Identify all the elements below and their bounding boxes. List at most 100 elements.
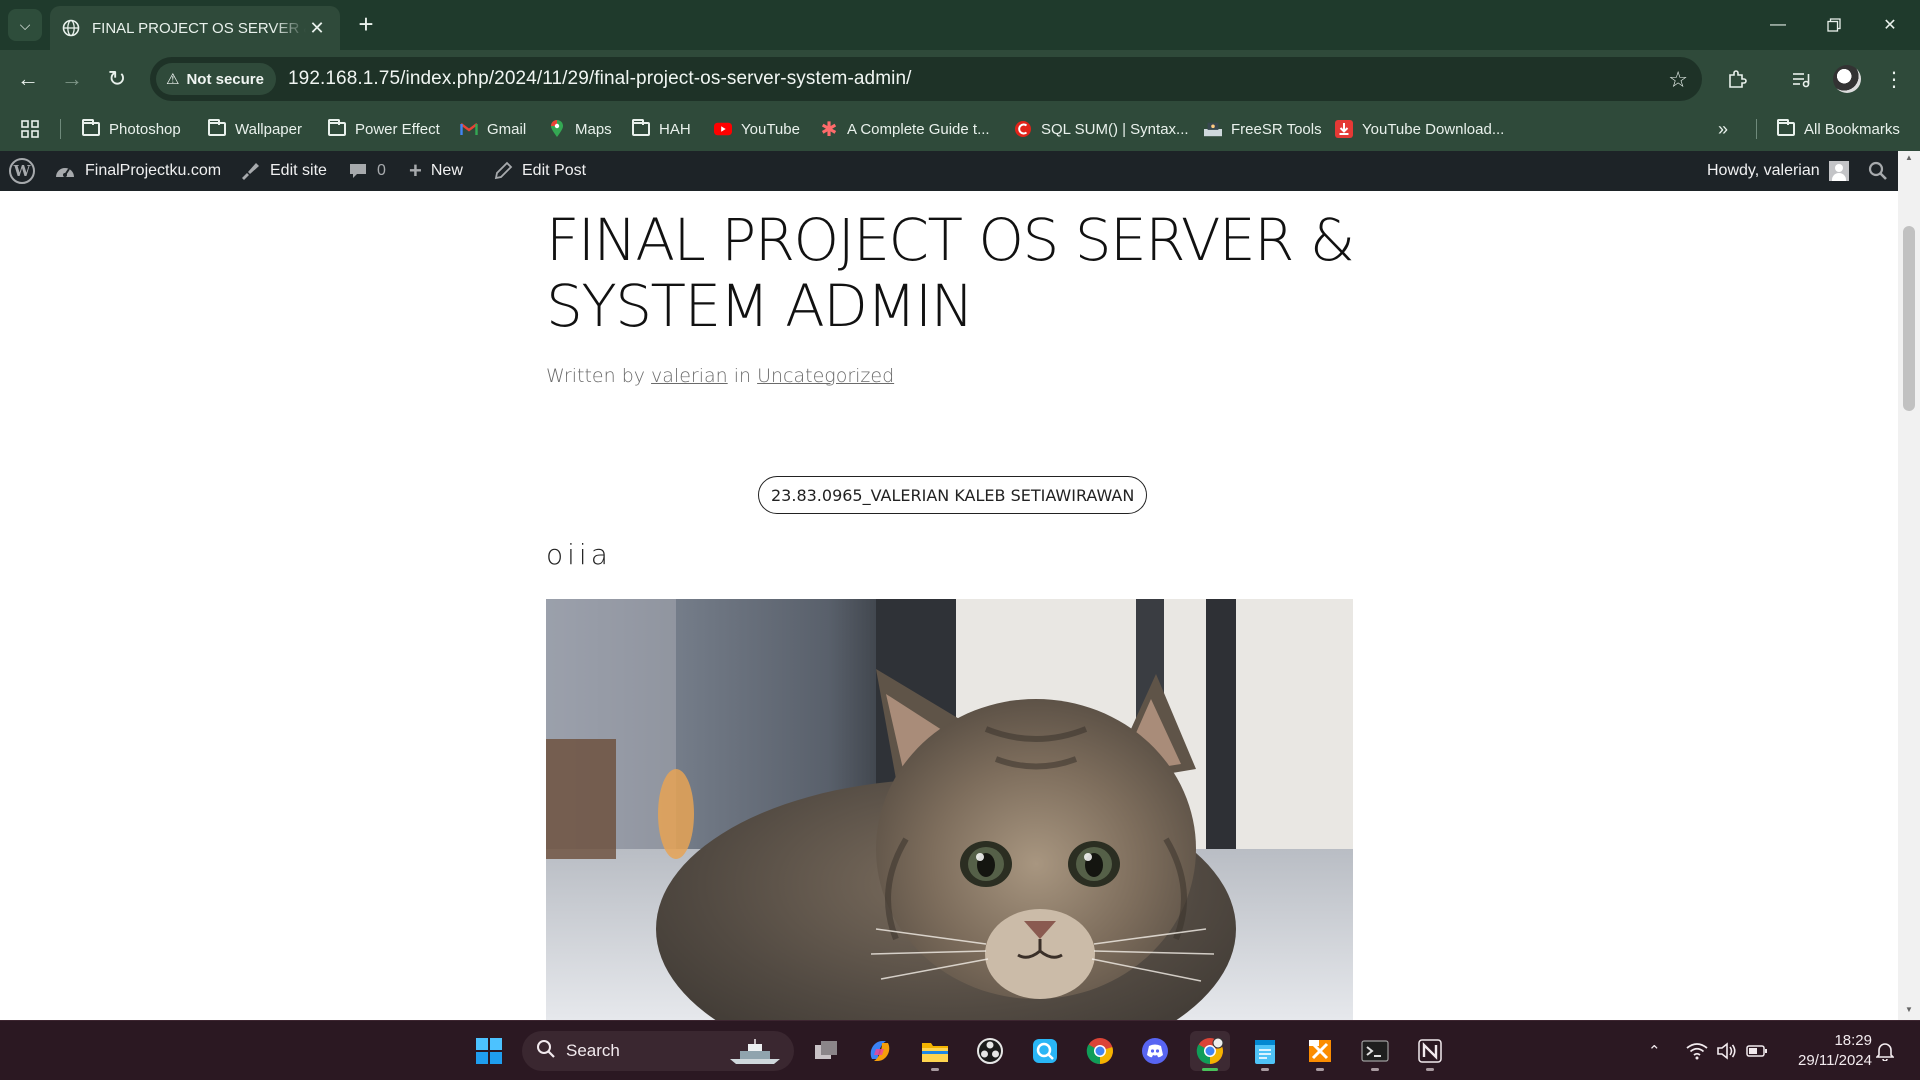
clock-date: 29/11/2024 <box>1798 1052 1872 1069</box>
admin-search-icon[interactable] <box>1868 151 1888 191</box>
post-title: FINAL PROJECT OS SERVER & SYSTEM ADMIN <box>546 206 1355 340</box>
bookmarks-divider <box>60 119 61 139</box>
chrome-profile-icon[interactable] <box>1190 1031 1230 1071</box>
folder-icon <box>632 119 650 138</box>
bookmark-photoshop[interactable]: Photoshop <box>82 107 181 151</box>
youtube-icon <box>714 120 732 138</box>
media-control-icon[interactable] <box>1786 64 1816 94</box>
browser-tab-active[interactable]: FINAL PROJECT OS SERVER & SYSTEM ADMIN ✕ <box>50 6 340 50</box>
comments-button[interactable]: 0 <box>348 151 386 191</box>
edit-post-button[interactable]: Edit Post <box>493 151 586 191</box>
scroll-down-arrow-icon[interactable]: ▼ <box>1903 1005 1915 1014</box>
terminal-icon[interactable] <box>1355 1031 1395 1071</box>
more-menu-icon[interactable]: ⋮ <box>1879 64 1909 94</box>
discord-icon[interactable] <box>1135 1031 1175 1071</box>
minimize-button[interactable]: — <box>1750 0 1806 50</box>
volume-icon[interactable] <box>1716 1021 1738 1081</box>
apps-grid-icon[interactable] <box>20 107 40 151</box>
avatar <box>1828 161 1849 181</box>
bookmark-freesr-tools[interactable]: FreeSR Tools <box>1204 107 1322 151</box>
cat-photo <box>546 599 1353 1020</box>
windows-start-icon[interactable] <box>469 1031 509 1071</box>
taskbar-clock[interactable]: 18:29 29/11/2024 <box>1772 1031 1872 1071</box>
chrome-icon[interactable] <box>1080 1031 1120 1071</box>
page-content: FINAL PROJECT OS SERVER & SYSTEM ADMIN W… <box>0 191 1898 1020</box>
security-chip[interactable]: ⚠ Not secure <box>156 63 276 95</box>
address-bar[interactable]: ⚠ Not secure 192.168.1.75/index.php/2024… <box>150 57 1702 101</box>
show-hidden-icons-chevron-icon[interactable]: ⌃ <box>1648 1021 1661 1081</box>
copilot-icon[interactable] <box>860 1031 900 1071</box>
comment-bubble-icon <box>348 161 368 181</box>
my-account-menu[interactable]: Howdy, valerian <box>1707 151 1849 191</box>
asterisk-icon: ✱ <box>820 118 838 141</box>
obs-studio-icon[interactable] <box>970 1031 1010 1071</box>
gmail-icon <box>460 120 478 138</box>
category-link[interactable]: Uncategorized <box>757 365 894 387</box>
wifi-icon[interactable] <box>1686 1021 1708 1081</box>
file-explorer-icon[interactable] <box>915 1031 955 1071</box>
post-byline: Written by valerian in Uncategorized <box>546 365 895 387</box>
author-link[interactable]: valerian <box>651 365 728 387</box>
bookmark-youtube[interactable]: YouTube <box>714 107 800 151</box>
bookmark-star-icon[interactable]: ☆ <box>1668 67 1688 93</box>
new-tab-button[interactable]: + <box>352 10 380 38</box>
search-highlight-icon <box>726 1039 784 1070</box>
bookmarks-divider <box>1756 119 1757 139</box>
bookmark-hah[interactable]: HAH <box>632 107 691 151</box>
xampp-icon[interactable] <box>1300 1031 1340 1071</box>
profile-avatar[interactable] <box>1832 64 1862 94</box>
extensions-icon[interactable] <box>1722 64 1752 94</box>
new-content-button[interactable]: + New <box>409 151 463 191</box>
all-bookmarks-button[interactable]: All Bookmarks <box>1777 107 1900 151</box>
url-text[interactable]: 192.168.1.75/index.php/2024/11/29/final-… <box>288 68 912 90</box>
notepad-icon[interactable] <box>1245 1031 1285 1071</box>
scroll-up-arrow-icon[interactable]: ▲ <box>1903 153 1915 162</box>
bookmarks-bar: Photoshop Wallpaper Power Effect Gmail M… <box>0 107 1920 151</box>
globe-icon <box>62 19 80 37</box>
page-scrollbar[interactable]: ▲ ▼ <box>1898 151 1920 1020</box>
brush-icon <box>239 161 261 181</box>
maps-icon <box>548 120 566 138</box>
taskbar-search[interactable]: Search <box>522 1031 794 1071</box>
clock-time: 18:29 <box>1834 1032 1872 1049</box>
tab-close-icon[interactable]: ✕ <box>306 17 328 39</box>
search-icon <box>536 1039 556 1064</box>
battery-icon[interactable] <box>1746 1021 1768 1081</box>
folder-icon <box>208 119 226 138</box>
freesr-icon <box>1204 120 1222 138</box>
dashboard-gauge-icon <box>54 162 76 180</box>
tag-pill[interactable]: 23.83.0965_VALERIAN KALEB SETIAWIRAWAN <box>758 476 1148 514</box>
bookmark-power-effect[interactable]: Power Effect <box>328 107 440 151</box>
wp-admin-bar: W FinalProjectku.com Edit site 0 + New E… <box>0 151 1920 191</box>
back-button[interactable]: ← <box>13 64 43 94</box>
site-name-menu[interactable]: FinalProjectku.com <box>54 151 221 191</box>
tab-title: FINAL PROJECT OS SERVER & SYSTEM ADMIN <box>92 19 306 37</box>
windows-taskbar: Search ⌃ 18:29 29/11/2024 <box>0 1020 1920 1080</box>
bookmark-youtube-download[interactable]: YouTube Download... <box>1335 107 1504 151</box>
bookmark-maps[interactable]: Maps <box>548 107 612 151</box>
notion-icon[interactable] <box>1410 1031 1450 1071</box>
scroll-thumb[interactable] <box>1903 226 1915 411</box>
tab-search-button[interactable]: ⌵ <box>8 9 42 41</box>
restore-button[interactable] <box>1806 0 1862 50</box>
edit-site-button[interactable]: Edit site <box>239 151 327 191</box>
folder-icon <box>82 119 100 138</box>
pencil-icon <box>493 161 513 181</box>
browser-toolbar: ← → ↻ ⚠ Not secure 192.168.1.75/index.ph… <box>0 50 1920 107</box>
bookmark-sql-sum[interactable]: SQL SUM() | Syntax... <box>1014 107 1189 151</box>
bookmark-gmail[interactable]: Gmail <box>460 107 526 151</box>
lookup-app-icon[interactable] <box>1025 1031 1065 1071</box>
task-view-icon[interactable] <box>806 1031 846 1071</box>
bookmark-wallpaper[interactable]: Wallpaper <box>208 107 302 151</box>
plus-icon: + <box>409 158 422 183</box>
bookmark-complete-guide[interactable]: ✱ A Complete Guide t... <box>820 107 990 151</box>
forward-button[interactable]: → <box>57 64 87 94</box>
security-label: Not secure <box>186 70 264 88</box>
reload-button[interactable]: ↻ <box>102 64 132 94</box>
post-body-text: oiia <box>546 538 612 571</box>
notification-bell-icon[interactable] <box>1876 1021 1894 1081</box>
wordpress-logo-icon[interactable]: W <box>9 151 35 191</box>
close-window-button[interactable]: ✕ <box>1862 0 1918 50</box>
more-bookmarks-chevron-icon[interactable]: » <box>1718 107 1728 151</box>
sql-icon <box>1014 120 1032 138</box>
